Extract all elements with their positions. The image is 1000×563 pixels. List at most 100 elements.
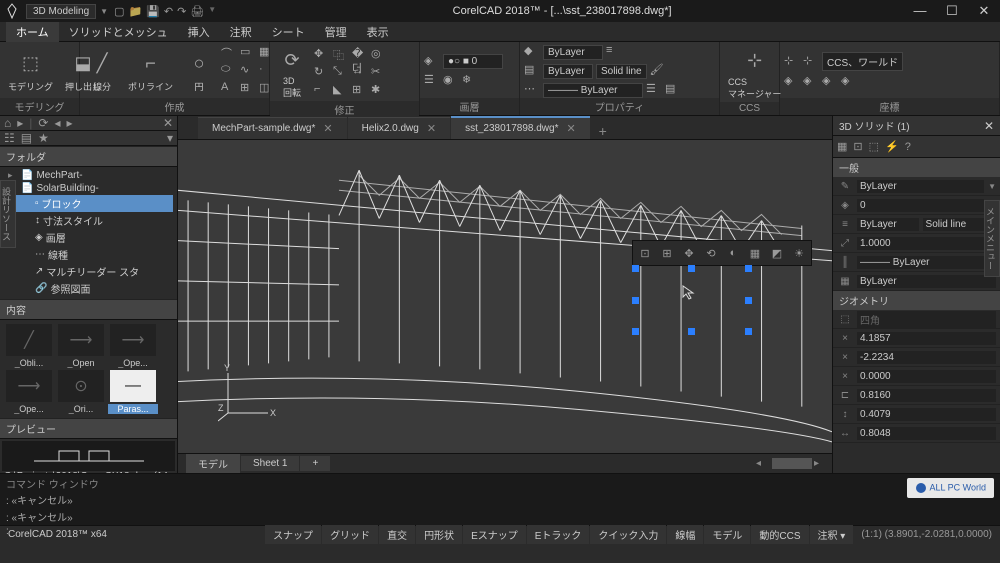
scroll-left-icon[interactable]: ◂: [756, 458, 770, 469]
doc-tab-active[interactable]: sst_238017898.dwg*✕: [451, 116, 590, 139]
text-icon[interactable]: A: [221, 81, 237, 97]
tree-icon[interactable]: ☷: [4, 131, 15, 145]
scale-icon[interactable]: ⤡: [333, 65, 349, 81]
tree-item[interactable]: ▾📄SolarBuilding-: [4, 182, 173, 195]
prop-row-color[interactable]: ✎ByLayer▼: [833, 177, 1000, 196]
arc-icon[interactable]: ⌒: [221, 45, 237, 61]
section-general[interactable]: 一般: [833, 158, 1000, 177]
content-section-header[interactable]: 内容: [0, 299, 177, 320]
maximize-button[interactable]: ☐: [940, 3, 964, 19]
select-icon[interactable]: ⊡: [853, 140, 862, 153]
block-item-selected[interactable]: —Paras...: [108, 370, 158, 414]
sheet-tab[interactable]: Sheet 1: [241, 456, 299, 471]
view2-icon[interactable]: ◈: [803, 74, 819, 90]
visual-style-icon[interactable]: ◐: [724, 244, 742, 262]
view3-icon[interactable]: ◈: [822, 74, 838, 90]
section-geometry[interactable]: ジオメトリ: [833, 291, 1000, 310]
tab-insert[interactable]: 挿入: [178, 22, 220, 42]
color-dropdown[interactable]: ByLayer: [543, 45, 603, 60]
home-icon[interactable]: ⌂: [4, 116, 11, 130]
layer-dropdown[interactable]: ●○ ■ 0: [443, 54, 503, 69]
tree-item-linetype[interactable]: ⋯線種: [4, 246, 173, 263]
prop-row-linestyle[interactable]: ≡ByLayerSolid line▼: [833, 215, 1000, 234]
move-icon[interactable]: ✥: [314, 47, 330, 63]
layer-props-icon[interactable]: ☰: [424, 73, 440, 89]
layer-dd[interactable]: ByLayer: [543, 64, 593, 79]
ccs-dropdown[interactable]: CCS、ワールド: [822, 52, 903, 71]
tree-item[interactable]: ▸📄MechPart-: [4, 169, 173, 182]
fwd-icon[interactable]: ▸: [67, 116, 73, 130]
save-icon[interactable]: 💾: [146, 5, 160, 18]
offset-icon[interactable]: ◎: [371, 47, 387, 63]
props-icon[interactable]: ☰: [646, 82, 662, 98]
block-item[interactable]: ⟶_Ope...: [108, 324, 158, 368]
main-menu-tab[interactable]: メインメニュー: [984, 200, 1000, 277]
view-icon[interactable]: ◈: [784, 74, 800, 90]
ucs-icon[interactable]: ⊹: [784, 54, 800, 70]
command-prompt[interactable]: :: [6, 525, 994, 538]
match-icon[interactable]: 🖌: [650, 63, 666, 79]
filter-icon[interactable]: ▦: [837, 140, 847, 153]
rotate3d-button[interactable]: ⟳3D 回転: [274, 44, 310, 101]
tree-item-layer[interactable]: ◈画層: [4, 229, 173, 246]
pick-icon[interactable]: ⬚: [869, 140, 879, 153]
zoom-extents-icon[interactable]: ⊞: [658, 244, 676, 262]
new-icon[interactable]: ▢: [114, 5, 124, 18]
layer-iso-icon[interactable]: ◉: [443, 73, 459, 89]
undo-icon[interactable]: ↶: [164, 5, 173, 18]
array-icon[interactable]: ⊞: [352, 83, 368, 99]
block-item[interactable]: ⟶_Open: [56, 324, 106, 368]
help-icon[interactable]: ?: [905, 141, 911, 153]
tab-solid-mesh[interactable]: ソリッドとメッシュ: [59, 22, 178, 42]
chevron-down-icon[interactable]: ▼: [988, 182, 996, 191]
prop-row-scale[interactable]: ⤢1.0000: [833, 234, 1000, 253]
modeling-button[interactable]: ⬚モデリング: [4, 48, 57, 95]
mirror-icon[interactable]: �더: [352, 47, 368, 63]
chamfer-icon[interactable]: ◣: [333, 83, 349, 99]
prop-row-y[interactable]: ×-2.2234: [833, 348, 1000, 367]
doc-tab[interactable]: Helix2.0.dwg✕: [348, 117, 450, 139]
list-icon[interactable]: ▤: [21, 131, 32, 145]
fav-icon[interactable]: ★: [38, 131, 49, 145]
prop-row-d[interactable]: ↔0.8048: [833, 424, 1000, 443]
prop-row-transparency[interactable]: ▦ByLayer: [833, 272, 1000, 291]
rect-icon[interactable]: ▭: [240, 45, 256, 61]
prop-row-z[interactable]: ×0.0000: [833, 367, 1000, 386]
folder-icon[interactable]: ▸: [17, 116, 23, 130]
fillet-icon[interactable]: ⌐: [314, 83, 330, 99]
back-icon[interactable]: ◂: [54, 116, 60, 130]
tab-close-icon[interactable]: ✕: [567, 122, 576, 135]
block-item[interactable]: ⟶_Ope...: [4, 370, 54, 414]
circle-button[interactable]: ○円: [181, 48, 217, 95]
prop-row-h[interactable]: ↕0.4079: [833, 405, 1000, 424]
prop-row-w[interactable]: ⊏0.8160: [833, 386, 1000, 405]
linetype-dd[interactable]: ——— ByLayer: [543, 83, 643, 98]
model-tab[interactable]: モデル: [186, 454, 240, 473]
shade-icon[interactable]: ◩: [768, 244, 786, 262]
layer-icon[interactable]: ◈: [424, 54, 440, 70]
prop-row-shape[interactable]: ⬚四角: [833, 310, 1000, 329]
folder-section-header[interactable]: フォルダ: [0, 146, 177, 167]
panel-close-icon[interactable]: ✕: [984, 119, 994, 133]
tab-home[interactable]: ホーム: [6, 22, 59, 42]
print-icon[interactable]: 🖨: [190, 5, 204, 18]
design-resources-tab[interactable]: 設計リソース: [0, 180, 16, 248]
redo-icon[interactable]: ↷: [177, 5, 186, 18]
orbit-icon[interactable]: ⟲: [702, 244, 720, 262]
scroll-thumb[interactable]: [772, 458, 812, 469]
panel-close-icon[interactable]: ✕: [163, 116, 173, 130]
tab-close-icon[interactable]: ✕: [427, 122, 436, 135]
layer-freeze-icon[interactable]: ❄: [462, 73, 478, 89]
linestyle-dd[interactable]: Solid line: [596, 64, 647, 79]
prop-row-x[interactable]: ×4.1857: [833, 329, 1000, 348]
tree-item-xref[interactable]: 🔗参照図面: [4, 280, 173, 297]
command-window[interactable]: コマンド ウィンドウ : «キャンセル» : «キャンセル» : ALL PC …: [0, 473, 1000, 525]
zoom-window-icon[interactable]: ⊡: [636, 244, 654, 262]
quick-icon[interactable]: ⚡: [885, 140, 899, 153]
prop-row-layer[interactable]: ◈0▼: [833, 196, 1000, 215]
render-icon[interactable]: ☀: [790, 244, 808, 262]
tab-close-icon[interactable]: ✕: [323, 122, 332, 135]
menu-icon[interactable]: ▾: [167, 131, 173, 145]
tab-manage[interactable]: 管理: [315, 22, 357, 42]
lineweight-icon[interactable]: ≡: [606, 44, 622, 60]
